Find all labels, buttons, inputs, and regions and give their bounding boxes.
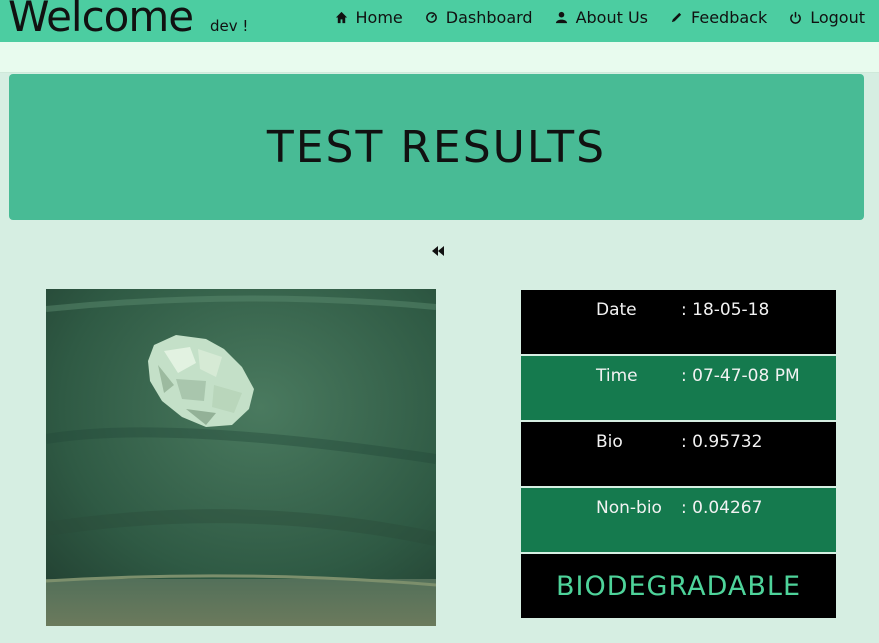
pencil-icon	[671, 12, 682, 23]
date-row: Date : 18-05-18	[521, 290, 836, 356]
nav-dashboard-label: Dashboard	[445, 8, 533, 27]
nav-dashboard[interactable]: Dashboard	[425, 8, 533, 27]
page-title: TEST RESULTS	[266, 121, 607, 173]
results-panel: Date : 18-05-18 Time : 07-47-08 PM Bio :…	[521, 290, 836, 618]
nonbio-row: Non-bio : 0.04267	[521, 488, 836, 554]
subheader-strip	[0, 42, 879, 73]
crumpled-paper-image	[46, 289, 436, 626]
nav-about-us[interactable]: About Us	[555, 8, 648, 27]
nav-about-label: About Us	[575, 8, 649, 27]
username: dev !	[210, 17, 249, 35]
bio-row: Bio : 0.95732	[521, 422, 836, 488]
nonbio-label: Non-bio	[596, 498, 662, 518]
nav-logout[interactable]: Logout	[789, 8, 865, 27]
nav-menu: Home Dashboard About Us Feedback Logout	[335, 8, 865, 27]
nav-logout-label: Logout	[810, 8, 865, 27]
date-label: Date	[596, 300, 637, 320]
nonbio-value: : 0.04267	[681, 498, 763, 518]
nav-home-label: Home	[355, 8, 403, 27]
nav-home[interactable]: Home	[335, 8, 403, 27]
user-icon	[555, 11, 567, 24]
dashboard-icon	[425, 12, 437, 23]
verdict-text: BIODEGRADABLE	[555, 570, 802, 602]
top-bar: Welcome dev ! Home Dashboard About Us Fe…	[0, 0, 879, 42]
time-value: : 07-47-08 PM	[681, 366, 800, 386]
sample-photo	[46, 289, 436, 626]
nav-feedback[interactable]: Feedback	[670, 8, 767, 27]
time-label: Time	[596, 366, 638, 386]
double-chevron-left-icon[interactable]	[431, 244, 445, 258]
results-banner: TEST RESULTS	[9, 74, 864, 220]
power-icon	[790, 11, 802, 24]
date-value: : 18-05-18	[681, 300, 770, 320]
welcome-heading: Welcome	[8, 0, 194, 41]
home-icon	[335, 11, 347, 24]
time-row: Time : 07-47-08 PM	[521, 356, 836, 422]
bio-label: Bio	[596, 432, 623, 452]
bio-value: : 0.95732	[681, 432, 763, 452]
nav-feedback-label: Feedback	[691, 8, 768, 27]
verdict-row: BIODEGRADABLE	[521, 554, 836, 618]
